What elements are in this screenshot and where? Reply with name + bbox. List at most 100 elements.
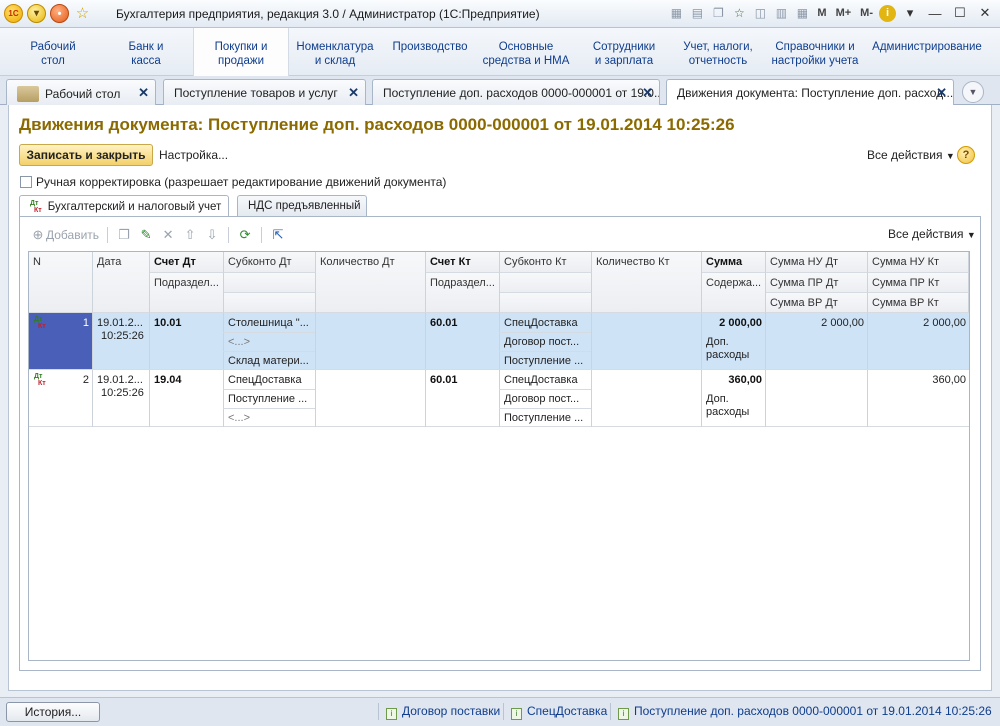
tab-desktop[interactable]: Рабочий стол ✕: [6, 79, 156, 105]
close-tab-icon[interactable]: ✕: [936, 85, 947, 101]
calculator-icon[interactable]: ▥: [772, 3, 790, 23]
tab-label: Бухгалтерский и налоговый учет: [47, 201, 222, 213]
section-administration[interactable]: Администрирование: [872, 40, 982, 54]
favorites-add-icon[interactable]: ☆: [730, 3, 748, 23]
row-time: 10:25:26: [101, 330, 144, 342]
memo-m-button[interactable]: M: [814, 7, 829, 19]
add-button[interactable]: ⊕ Добавить: [30, 226, 100, 244]
grid-line: [223, 351, 315, 352]
history-item[interactable]: i СпецДоставка: [511, 704, 607, 720]
row-content-2: расходы: [706, 349, 750, 361]
col-header-vr-dt[interactable]: Сумма ВР Дт: [766, 293, 868, 313]
minimize-icon[interactable]: —: [924, 3, 946, 23]
col-header-sub-kt[interactable]: Субконто Кт: [500, 252, 592, 273]
grid-all-actions-menu[interactable]: Все действия ▼: [888, 227, 976, 241]
col-header-qty-dt[interactable]: Количество Дт: [316, 252, 426, 313]
settings-link[interactable]: Настройка...: [159, 148, 228, 162]
maximize-icon[interactable]: ☐: [949, 3, 971, 23]
history-item[interactable]: i Поступление доп. расходов 0000-000001 о…: [618, 704, 992, 720]
calendar-grid-icon[interactable]: ▦: [793, 3, 811, 23]
tab-extra-expenses[interactable]: Поступление доп. расходов 0000-000001 от…: [372, 79, 660, 105]
history-button[interactable]: История...: [6, 702, 100, 722]
output-list-icon[interactable]: ⇱: [270, 227, 286, 243]
section-employees[interactable]: Сотрудники и зарплата: [588, 40, 660, 68]
history-item-label: Поступление доп. расходов 0000-000001 от…: [634, 704, 992, 718]
copy-row-icon[interactable]: ❐: [116, 227, 132, 243]
section-reporting[interactable]: Учет, налоги, отчетность: [678, 40, 758, 68]
close-tab-icon[interactable]: ✕: [642, 85, 653, 101]
col-header-sub-kt-2[interactable]: [500, 273, 592, 293]
memo-m-plus-button[interactable]: M+: [833, 7, 855, 19]
col-header-n[interactable]: N: [29, 252, 93, 313]
section-production[interactable]: Производство: [388, 40, 472, 54]
col-header-pr-kt[interactable]: Сумма ПР Кт: [868, 273, 969, 293]
col-header-pr-dt[interactable]: Сумма ПР Дт: [766, 273, 868, 293]
row-number: 1: [82, 317, 89, 329]
section-label: отчетность: [688, 55, 748, 67]
copy-icon[interactable]: ❐: [709, 3, 727, 23]
manual-edit-checkbox-row[interactable]: Ручная корректировка (разрешает редактир…: [20, 175, 446, 189]
col-header-acc-kt[interactable]: Счет Кт: [426, 252, 500, 273]
row-acc-kt: 60.01: [430, 317, 458, 329]
col-header-nu-kt[interactable]: Сумма НУ Кт: [868, 252, 969, 273]
document-info-icon: i: [511, 708, 522, 720]
section-label: Номенклатура: [296, 41, 374, 53]
close-icon[interactable]: ✕: [974, 3, 996, 23]
history-icon[interactable]: ◫: [751, 3, 769, 23]
section-bank[interactable]: Банк и касса: [115, 40, 177, 68]
manual-edit-checkbox[interactable]: [20, 176, 32, 188]
history-item-label: СпецДоставка: [527, 704, 608, 718]
calendar-icon[interactable]: ▦: [667, 3, 685, 23]
1c-logo-icon[interactable]: 1С: [4, 4, 23, 23]
section-fixed-assets[interactable]: Основные средства и НМА: [480, 40, 572, 68]
window-dropdown-icon[interactable]: ▾: [899, 3, 921, 23]
col-header-sum[interactable]: Сумма: [702, 252, 766, 273]
refresh-icon[interactable]: ⟳: [237, 227, 253, 243]
close-tab-icon[interactable]: ✕: [348, 85, 359, 101]
move-up-icon[interactable]: ⇧: [182, 227, 198, 243]
row-sub-dt-1: СпецДоставка: [228, 374, 302, 386]
col-header-sub-kt-3[interactable]: [500, 293, 592, 313]
grid-line: [223, 313, 224, 427]
section-purchases-sales[interactable]: Покупки и продажи: [193, 28, 289, 76]
section-label: продажи: [218, 55, 264, 67]
col-header-div-dt[interactable]: Подраздел...: [150, 273, 224, 313]
favorites-star-icon[interactable]: ☆: [73, 4, 92, 23]
open-windows-bar: Рабочий стол ✕ Поступление товаров и усл…: [0, 76, 1000, 106]
col-header-sub-dt[interactable]: Субконто Дт: [224, 252, 316, 273]
tab-goods-receipt[interactable]: Поступление товаров и услуг ✕: [163, 79, 366, 105]
section-references[interactable]: Справочники и настройки учета: [768, 40, 862, 68]
delete-icon[interactable]: ✕: [160, 227, 176, 243]
toolbar-separator: [261, 227, 263, 243]
memo-m-minus-button[interactable]: M-: [857, 7, 876, 19]
edit-pencil-icon[interactable]: ✎: [138, 227, 154, 243]
print-icon[interactable]: ▤: [688, 3, 706, 23]
col-header-sub-dt-3[interactable]: [224, 293, 316, 313]
movements-table[interactable]: N Дата Счет Дт Субконто Дт Количество Дт…: [28, 251, 970, 661]
col-header-date[interactable]: Дата: [93, 252, 150, 313]
section-desktop[interactable]: Рабочий стол: [22, 40, 84, 68]
row-acc-kt: 60.01: [430, 374, 458, 386]
col-header-content[interactable]: Содержа...: [702, 273, 766, 313]
col-header-vr-kt[interactable]: Сумма ВР Кт: [868, 293, 969, 313]
col-header-div-kt[interactable]: Подраздел...: [426, 273, 500, 313]
section-nomenclature[interactable]: Номенклатура и склад: [295, 40, 375, 68]
col-header-qty-kt[interactable]: Количество Кт: [592, 252, 702, 313]
tab-accounting[interactable]: Дт Кт Бухгалтерский и налоговый учет: [19, 195, 229, 218]
history-item-label: Договор поставки: [402, 704, 501, 718]
tab-vat[interactable]: НДС предъявленный: [237, 195, 367, 217]
col-header-nu-dt[interactable]: Сумма НУ Дт: [766, 252, 868, 273]
col-header-acc-dt[interactable]: Счет Дт: [150, 252, 224, 273]
tab-document-movements[interactable]: Движения документа: Поступление доп. рас…: [666, 79, 954, 106]
help-icon[interactable]: ?: [957, 146, 975, 164]
save-and-close-button[interactable]: Записать и закрыть: [19, 144, 153, 166]
col-header-sub-dt-2[interactable]: [224, 273, 316, 293]
history-item[interactable]: i Договор поставки: [386, 704, 500, 720]
tabs-list-icon[interactable]: ▼: [962, 81, 984, 103]
info-icon[interactable]: i: [879, 4, 896, 22]
main-menu-icon[interactable]: ▾: [27, 4, 46, 23]
move-down-icon[interactable]: ⇩: [204, 227, 220, 243]
close-tab-icon[interactable]: ✕: [138, 85, 149, 101]
all-actions-menu[interactable]: Все действия ▼: [867, 148, 955, 162]
back-icon[interactable]: •: [50, 4, 69, 23]
